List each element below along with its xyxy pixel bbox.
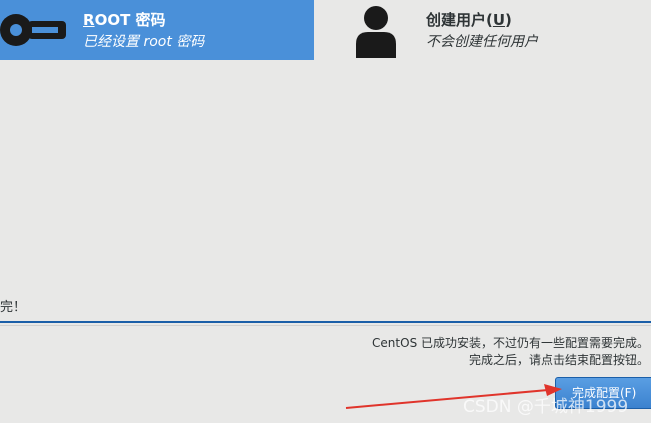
mnemonic-letter: U: [492, 11, 506, 29]
spoke-title: ROOT 密码: [83, 9, 166, 30]
install-complete-text: 完！: [0, 300, 27, 315]
root-password-spoke[interactable]: ROOT 密码 已经设置 root 密码: [0, 0, 314, 60]
mnemonic-letter: R: [83, 11, 95, 29]
user-icon: [354, 4, 398, 58]
spoke-title: 创建用户(U): [426, 9, 512, 30]
install-message-line1: CentOS 已成功安装，不过仍有一些配置需要完成。: [372, 336, 649, 350]
spoke-status: 已经设置 root 密码: [83, 34, 205, 50]
install-message-line2: 完成之后，请点击结束配置按钮。: [468, 353, 649, 367]
spoke-status: 不会创建任何用户: [426, 34, 538, 50]
watermark: CSDN @千城神1999: [463, 397, 629, 417]
create-user-spoke[interactable]: 创建用户(U) 不会创建任何用户: [340, 0, 651, 60]
spoke-title-text: OOT 密码: [94, 11, 166, 29]
spoke-title-text: 创建用户(: [426, 11, 493, 29]
key-icon: [0, 10, 68, 50]
spoke-title-end: ): [505, 11, 512, 29]
